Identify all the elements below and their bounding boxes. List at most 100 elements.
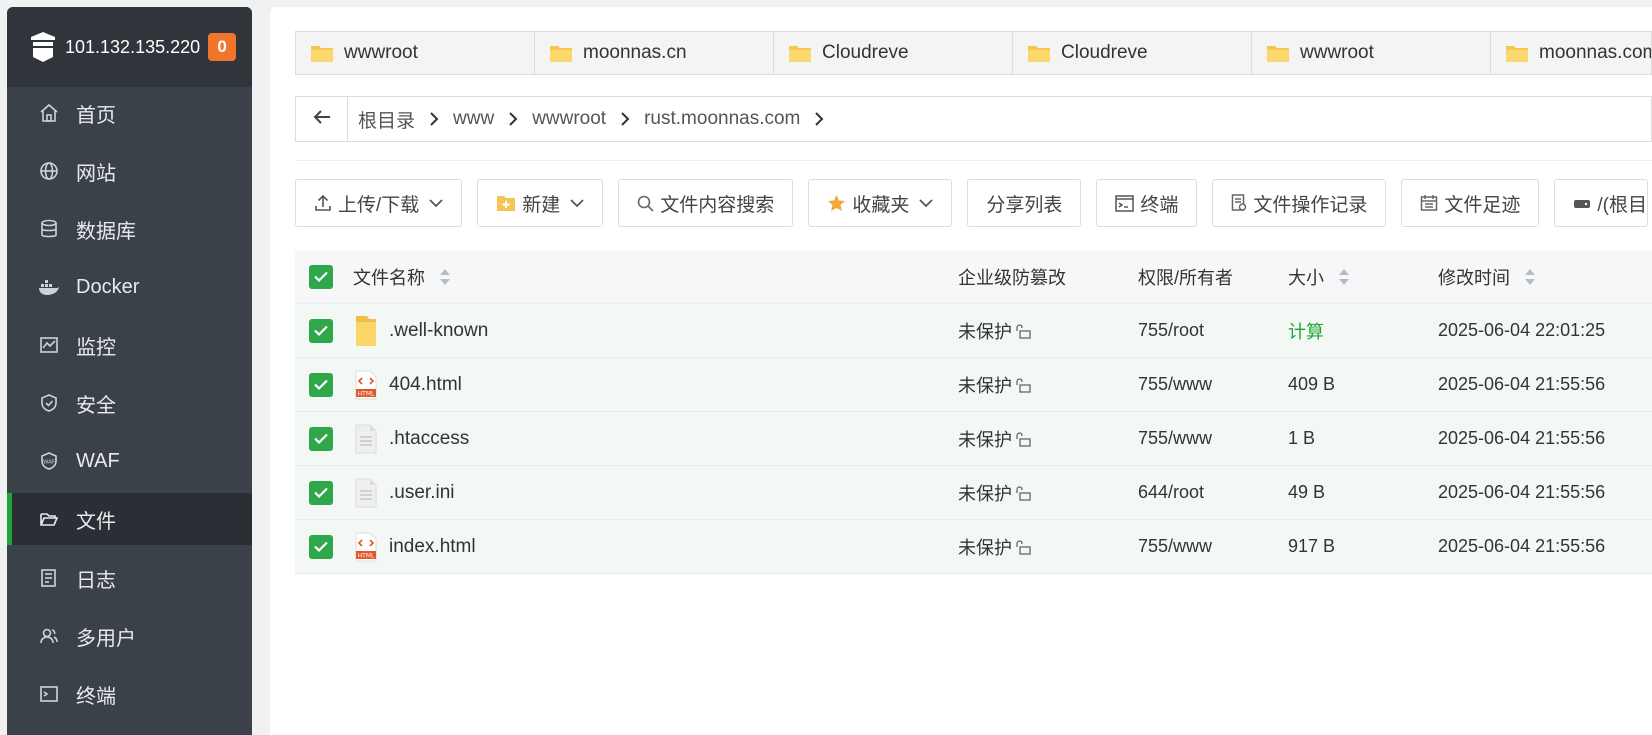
file-name-cell[interactable]: HTML index.html <box>333 530 958 564</box>
file-name: .htaccess <box>389 427 470 449</box>
select-all-checkbox[interactable] <box>309 264 333 289</box>
alert-count-badge[interactable]: 0 <box>208 33 237 61</box>
oplog-label: 文件操作记录 <box>1253 194 1368 216</box>
file-table: 文件名称 企业级防篡改 权限/所有者 大小 修改时间 .well-known 未… <box>295 250 1652 574</box>
file-name-cell[interactable]: .well-known <box>333 314 958 348</box>
sidebar-header: 101.132.135.220 0 <box>7 7 252 87</box>
breadcrumb-root[interactable]: 根目录 <box>348 97 425 141</box>
size-cell[interactable]: 计算 <box>1288 318 1438 344</box>
back-button[interactable] <box>296 97 348 141</box>
favorites-button[interactable]: 收藏夹 <box>808 179 953 227</box>
header-name[interactable]: 文件名称 <box>333 264 958 290</box>
chevron-right-icon <box>810 111 828 127</box>
header-mtime[interactable]: 修改时间 <box>1438 264 1628 290</box>
monitor-icon <box>38 334 60 356</box>
new-label: 新建 <box>522 194 561 216</box>
users-icon <box>38 625 60 647</box>
mtime-cell: 2025-06-04 21:55:56 <box>1438 536 1606 556</box>
sidebar-item-files[interactable]: 文件 <box>7 493 252 545</box>
row-checkbox[interactable] <box>309 480 333 505</box>
text-file-icon <box>353 422 379 456</box>
sidebar-item-docker[interactable]: Docker <box>7 261 252 313</box>
row-checkbox[interactable] <box>309 426 333 451</box>
row-checkbox[interactable] <box>309 372 333 397</box>
sidebar-item-websites[interactable]: 网站 <box>7 145 252 197</box>
sidebar-item-label: 网站 <box>76 162 116 185</box>
header-mtime-label: 修改时间 <box>1438 267 1510 288</box>
sidebar-item-label: 多用户 <box>76 627 136 650</box>
sidebar-item-logs[interactable]: 日志 <box>7 552 252 604</box>
sidebar-item-database[interactable]: 数据库 <box>7 203 252 255</box>
breadcrumb-wwwroot[interactable]: wwwroot <box>522 97 616 141</box>
table-row[interactable]: HTML 404.html 未保护 755/www 409 B 2025-06-… <box>295 358 1652 412</box>
perm-cell[interactable]: 755/www <box>1138 374 1288 395</box>
sidebar-item-label: 文件 <box>76 510 116 533</box>
html-file-icon: HTML <box>353 368 379 402</box>
tab-moonnas-com[interactable]: moonnas.com <box>1491 32 1651 74</box>
sidebar-item-terminal[interactable]: 终端 <box>7 668 252 720</box>
file-name-cell[interactable]: HTML 404.html <box>333 368 958 402</box>
protect-cell[interactable]: 未保护 <box>958 318 1138 344</box>
tab-wwwroot-2[interactable]: wwwroot <box>1252 32 1491 74</box>
protect-cell[interactable]: 未保护 <box>958 426 1138 452</box>
sidebar-item-security[interactable]: 安全 <box>7 377 252 429</box>
file-oplog-button[interactable]: 文件操作记录 <box>1212 179 1387 227</box>
terminal-label: 终端 <box>1140 194 1179 216</box>
header-size[interactable]: 大小 <box>1288 264 1438 290</box>
terminal-icon <box>38 683 60 705</box>
sidebar-item-monitor[interactable]: 监控 <box>7 319 252 371</box>
row-checkbox[interactable] <box>309 534 333 559</box>
protect-cell[interactable]: 未保护 <box>958 372 1138 398</box>
tab-cloudreve-2[interactable]: Cloudreve <box>1013 32 1252 74</box>
table-row[interactable]: .well-known 未保护 755/root 计算 2025-06-04 2… <box>295 304 1652 358</box>
docker-icon <box>38 276 60 298</box>
breadcrumb-site[interactable]: rust.moonnas.com <box>634 97 810 141</box>
sidebar-item-label: 安全 <box>76 394 116 417</box>
file-name-cell[interactable]: .user.ini <box>333 476 958 510</box>
protect-status: 未保护 <box>958 483 1012 504</box>
chevron-down-icon <box>919 198 933 208</box>
protect-cell[interactable]: 未保护 <box>958 534 1138 560</box>
breadcrumb-www[interactable]: www <box>443 97 504 141</box>
file-name: 404.html <box>389 373 462 395</box>
search-icon <box>637 195 654 212</box>
sort-icon <box>1338 268 1350 286</box>
disk-button[interactable]: /(根目 <box>1554 179 1648 227</box>
protect-cell[interactable]: 未保护 <box>958 480 1138 506</box>
file-name-cell[interactable]: .htaccess <box>333 422 958 456</box>
folder-icon <box>549 44 573 63</box>
content-search-button[interactable]: 文件内容搜索 <box>618 179 794 227</box>
shield-icon <box>38 392 60 414</box>
main-panel: wwwroot moonnas.cn Cloudreve Cloudreve w… <box>270 7 1652 735</box>
tab-moonnas-cn[interactable]: moonnas.cn <box>535 32 774 74</box>
tab-wwwroot[interactable]: wwwroot <box>296 32 535 74</box>
upload-download-button[interactable]: 上传/下载 <box>295 179 463 227</box>
row-checkbox[interactable] <box>309 318 333 343</box>
perm-cell[interactable]: 755/www <box>1138 428 1288 449</box>
upload-icon <box>314 194 332 212</box>
perm-cell[interactable]: 755/www <box>1138 536 1288 557</box>
terminal-button[interactable]: 终端 <box>1096 179 1198 227</box>
perm-cell[interactable]: 644/root <box>1138 482 1288 503</box>
chevron-right-icon <box>616 111 634 127</box>
folder-icon <box>1266 44 1290 63</box>
share-list-button[interactable]: 分享列表 <box>967 179 1082 227</box>
new-button[interactable]: 新建 <box>477 179 604 227</box>
table-row[interactable]: HTML index.html 未保护 755/www 917 B 2025-0… <box>295 520 1652 574</box>
sidebar-item-multiuser[interactable]: 多用户 <box>7 610 252 662</box>
table-header: 文件名称 企业级防篡改 权限/所有者 大小 修改时间 <box>295 250 1652 304</box>
sidebar-item-waf[interactable]: WAF WAF <box>7 435 252 487</box>
unlock-icon <box>1015 377 1031 393</box>
unlock-icon <box>1015 323 1031 339</box>
server-host: 101.132.135.220 <box>65 36 201 57</box>
perm-cell[interactable]: 755/root <box>1138 320 1288 341</box>
sidebar-item-home[interactable]: 首页 <box>7 87 252 139</box>
footprint-button[interactable]: 文件足迹 <box>1401 179 1540 227</box>
table-row[interactable]: .user.ini 未保护 644/root 49 B 2025-06-04 2… <box>295 466 1652 520</box>
chevron-right-icon <box>504 111 522 127</box>
sidebar-item-label: WAF <box>76 449 120 472</box>
size-cell: 409 B <box>1288 374 1336 394</box>
table-row[interactable]: .htaccess 未保护 755/www 1 B 2025-06-04 21:… <box>295 412 1652 466</box>
tab-cloudreve[interactable]: Cloudreve <box>774 32 1013 74</box>
divider <box>295 160 1652 161</box>
